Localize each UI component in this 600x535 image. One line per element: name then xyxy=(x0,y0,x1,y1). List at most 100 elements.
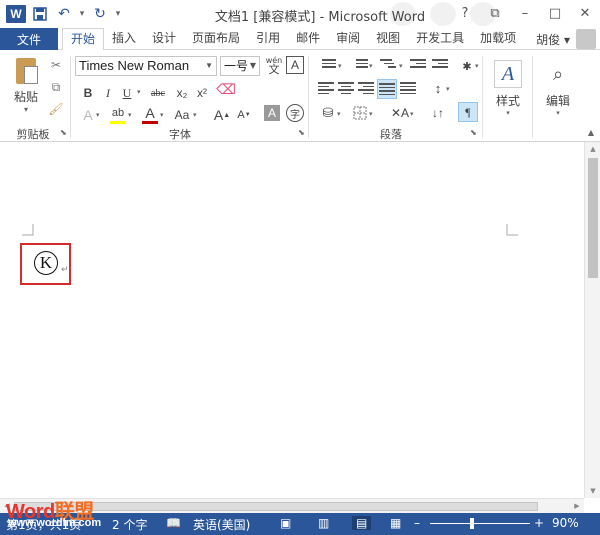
sort-dropdown-icon[interactable]: ▾ xyxy=(410,110,414,118)
character-shading-button[interactable]: A xyxy=(264,105,280,121)
strikethrough-button[interactable]: abc xyxy=(148,83,168,103)
print-layout-icon[interactable]: ▤ xyxy=(352,516,372,530)
maximize-button[interactable]: □ xyxy=(540,0,570,26)
zoom-level[interactable]: 90% xyxy=(552,516,579,530)
read-mode-icon[interactable]: ▥ xyxy=(318,516,329,530)
font-group-label: 字体 xyxy=(169,128,191,141)
tab-insert[interactable]: 插入 xyxy=(104,28,144,50)
align-left-icon[interactable] xyxy=(318,80,336,98)
multilevel-list-icon[interactable] xyxy=(380,57,398,75)
vertical-scroll-thumb[interactable] xyxy=(588,158,598,278)
macro-record-icon[interactable]: ▣ xyxy=(280,516,291,530)
subscript-button[interactable]: x₂ xyxy=(172,83,192,103)
font-color-dropdown-icon[interactable]: ▾ xyxy=(160,111,164,119)
font-name-combobox[interactable]: Times New Roman ▼ xyxy=(75,56,217,76)
avatar[interactable] xyxy=(576,29,596,49)
close-button[interactable]: ✕ xyxy=(570,0,600,26)
tab-references[interactable]: 引用 xyxy=(248,28,288,50)
grow-font-button[interactable]: A ▲ xyxy=(212,105,232,125)
tab-developer[interactable]: 开发工具 xyxy=(408,28,472,50)
binoculars-icon: ⌕ xyxy=(552,63,564,85)
enclosed-character[interactable]: K xyxy=(34,251,58,275)
multilevel-dropdown-icon[interactable]: ▾ xyxy=(399,62,403,70)
vertical-scrollbar[interactable]: ▲ ▼ xyxy=(584,142,600,498)
tab-addins[interactable]: 加载项 xyxy=(472,28,524,50)
align-right-icon[interactable] xyxy=(358,80,376,98)
word-count[interactable]: 2 个字 xyxy=(112,516,147,533)
zoom-slider-thumb[interactable] xyxy=(470,518,474,529)
highlight-dropdown-icon[interactable]: ▾ xyxy=(128,111,132,119)
zoom-slider[interactable] xyxy=(430,523,530,524)
underline-dropdown-icon[interactable]: ▾ xyxy=(137,88,141,96)
font-launcher-icon[interactable]: ⬊ xyxy=(298,128,305,137)
text-effects-dropdown-icon[interactable]: ▾ xyxy=(96,111,100,119)
clear-formatting-icon[interactable]: ⌫ xyxy=(216,80,236,100)
sort-order-icon[interactable]: ↓↑ xyxy=(428,103,448,123)
change-case-button[interactable]: Aa xyxy=(172,105,192,125)
character-border-button[interactable]: A xyxy=(286,56,304,74)
align-center-icon[interactable] xyxy=(338,80,356,98)
bullets-dropdown-icon[interactable]: ▾ xyxy=(338,62,342,70)
user-name[interactable]: 胡俊 ▾ xyxy=(536,31,570,48)
tab-review[interactable]: 审阅 xyxy=(328,28,368,50)
scroll-up-icon[interactable]: ▲ xyxy=(585,142,600,156)
clipboard-launcher-icon[interactable]: ⬊ xyxy=(60,128,67,137)
superscript-button[interactable]: x² xyxy=(192,83,212,103)
paste-dropdown-icon[interactable]: ▾ xyxy=(8,105,44,114)
cut-icon[interactable]: ✂ xyxy=(48,58,64,74)
italic-button[interactable]: I xyxy=(98,83,118,103)
shading-icon[interactable]: ⛁ xyxy=(318,103,338,123)
paste-button[interactable]: 粘贴 ▾ xyxy=(8,56,44,116)
change-case-dropdown-icon[interactable]: ▾ xyxy=(193,111,197,119)
scroll-down-icon[interactable]: ▼ xyxy=(585,484,600,498)
language-indicator[interactable]: 英语(美国) xyxy=(193,516,250,533)
show-formatting-marks-icon[interactable]: ¶ xyxy=(458,102,478,122)
shading-dropdown-icon[interactable]: ▾ xyxy=(337,110,341,118)
borders-icon[interactable] xyxy=(350,103,370,123)
proofing-icon[interactable]: 📖 xyxy=(166,516,181,530)
chinese-layout-dropdown-icon[interactable]: ▾ xyxy=(475,62,479,70)
minimize-button[interactable]: – xyxy=(510,0,540,26)
font-color-button[interactable]: A xyxy=(140,103,160,123)
styles-button[interactable]: A 样式 ▾ xyxy=(486,56,530,124)
numbering-icon[interactable] xyxy=(350,57,368,75)
justify-icon[interactable] xyxy=(377,79,397,99)
shrink-font-button[interactable]: A ▼ xyxy=(234,105,254,125)
decrease-indent-icon[interactable] xyxy=(410,57,428,75)
chinese-layout-icon[interactable]: ✱ xyxy=(457,56,477,76)
phonetic-guide-button[interactable]: wén 文 xyxy=(264,55,284,75)
numbering-dropdown-icon[interactable]: ▾ xyxy=(369,62,373,70)
ribbon: 粘贴 ▾ ✂ ⧉ 🖌 剪贴板 ⬊ Times New Roman ▼ 一号 ▼ … xyxy=(0,50,600,142)
format-painter-icon[interactable]: 🖌 xyxy=(48,102,64,118)
highlight-button[interactable]: ab xyxy=(108,103,128,123)
zoom-out-button[interactable]: – xyxy=(414,516,420,530)
document-canvas[interactable] xyxy=(0,142,584,498)
tab-file[interactable]: 文件 xyxy=(0,28,58,50)
bold-button[interactable]: B xyxy=(78,83,98,103)
line-spacing-dropdown-icon[interactable]: ▾ xyxy=(446,85,450,93)
web-layout-icon[interactable]: ▦ xyxy=(390,516,401,530)
ribbon-display-options-button[interactable]: ⧉ xyxy=(480,0,510,26)
collapse-ribbon-icon[interactable]: ▲ xyxy=(588,128,594,137)
tab-page-layout[interactable]: 页面布局 xyxy=(184,28,248,50)
tab-home[interactable]: 开始 xyxy=(62,28,105,51)
font-size-combobox[interactable]: 一号 ▼ xyxy=(220,56,260,76)
borders-dropdown-icon[interactable]: ▾ xyxy=(369,110,373,118)
zoom-in-button[interactable]: + xyxy=(534,516,544,530)
increase-indent-icon[interactable] xyxy=(432,57,450,75)
help-button[interactable]: ? xyxy=(450,0,480,26)
scroll-right-icon[interactable]: ▶ xyxy=(570,499,584,513)
sort-icon[interactable]: ✕A xyxy=(390,103,410,123)
line-spacing-icon[interactable]: ↕ xyxy=(428,79,448,99)
paragraph-launcher-icon[interactable]: ⬊ xyxy=(470,128,477,137)
underline-button[interactable]: U xyxy=(117,83,137,103)
tab-view[interactable]: 视图 xyxy=(368,28,408,50)
copy-icon[interactable]: ⧉ xyxy=(48,80,64,96)
distributed-icon[interactable] xyxy=(400,80,418,98)
enclose-characters-button[interactable]: 字 xyxy=(286,104,304,122)
tab-design[interactable]: 设计 xyxy=(144,28,184,50)
bullets-icon[interactable] xyxy=(318,57,336,75)
editing-button[interactable]: ⌕ 编辑 ▾ xyxy=(536,56,580,124)
text-effects-button[interactable]: A xyxy=(78,105,98,125)
tab-mailings[interactable]: 邮件 xyxy=(288,28,328,50)
